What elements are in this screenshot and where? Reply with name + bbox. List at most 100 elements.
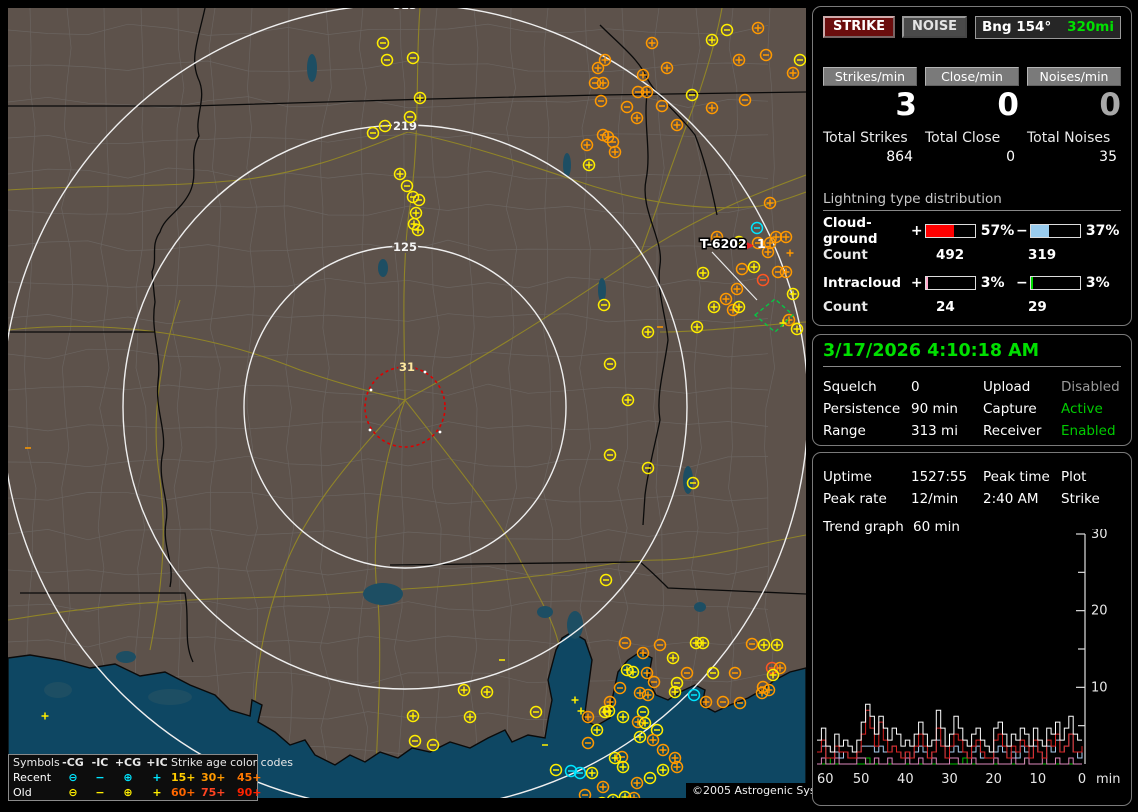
ic-plus-bar <box>924 276 976 290</box>
legend-circle-minus-symbol: ⊖ <box>68 771 78 784</box>
count-label: Count <box>823 247 868 263</box>
trend-panel: Uptime 1527:55 Peak time Plot Peak rate … <box>812 452 1132 806</box>
close-column: Close/min 0 Total Close 0 <box>925 67 1019 165</box>
strike-button[interactable]: STRIKE <box>823 16 896 38</box>
ic-minus-bar <box>1029 276 1081 290</box>
age-code: 15+ <box>171 771 196 784</box>
plot-label: Plot <box>1061 469 1087 485</box>
strikes-per-min-value: 3 <box>895 87 917 123</box>
plus-sign: + <box>910 275 923 291</box>
minus-sign: − <box>1015 275 1028 291</box>
legend-minus-symbol: − <box>95 786 105 799</box>
close-per-min-value: 0 <box>997 87 1019 123</box>
svg-text:▶: ▶ <box>747 241 754 251</box>
cloud-ground-row: Cloud-ground + 57% − 37% <box>823 215 1121 247</box>
receiver-value: Enabled <box>1061 423 1116 439</box>
legend-row-label: Old <box>13 786 32 799</box>
cg-plus-pct: 57% <box>980 223 1015 239</box>
cg-minus-count: 319 <box>1028 247 1057 263</box>
legend-circle-plus-symbol: ⊕ <box>123 771 133 784</box>
cloud-ground-counts: Count 492 319 <box>823 247 1121 263</box>
legend-header-cgp: +CG <box>114 756 142 769</box>
strikes-column: Strikes/min 3 Total Strikes 864 <box>823 67 917 165</box>
trend-graph: 10 20 30 60 50 40 30 20 10 0 min <box>817 529 1121 787</box>
age-code: 90+ <box>237 786 262 799</box>
capture-value: Active <box>1061 401 1103 417</box>
total-strikes-label: Total Strikes <box>823 130 908 146</box>
plot-value: Strike <box>1061 491 1100 507</box>
cg-plus-count: 492 <box>936 247 965 263</box>
svg-text:31: 31 <box>399 360 415 374</box>
distribution-title: Lightning type distribution <box>823 191 1121 211</box>
range-label: Range <box>823 423 866 439</box>
uptime-value: 1527:55 <box>911 469 968 485</box>
cloud-ground-label: Cloud-ground <box>823 215 878 247</box>
noises-per-min-badge: Noises/min <box>1027 67 1121 86</box>
bearing-range: 320mi <box>1067 18 1114 35</box>
legend-header-ages: Strike age color codes <box>171 756 293 769</box>
legend-circle-minus-symbol: ⊖ <box>68 786 78 799</box>
svg-text:10: 10 <box>1091 680 1108 695</box>
strike-stats-panel: STRIKE NOISE Bng 154° 320mi Strikes/min … <box>812 6 1132 326</box>
peak-rate-value: 12/min <box>911 491 959 507</box>
plus-sign: + <box>910 223 923 239</box>
peak-rate-label: Peak rate <box>823 491 887 507</box>
peak-time-value: 2:40 AM <box>983 491 1039 507</box>
capture-label: Capture <box>983 401 1037 417</box>
svg-text:313: 313 <box>393 0 417 12</box>
svg-text:40: 40 <box>897 772 914 787</box>
map-canvas[interactable]: 31321912531 T-6202 ▶ 1 <box>0 0 810 812</box>
legend-header-symbols: Symbols <box>13 756 60 769</box>
datetime-display: 3/17/2026 4:10:18 AM <box>823 341 1121 367</box>
legend-minus-symbol: − <box>95 771 105 784</box>
app-window: 313 219 125 31 T-6202 ▶ 1 Symbols -CG -IC +CG… <box>0 0 1138 812</box>
legend-row-recent: Recent ⊖ − ⊕ +15+ 30+ 45+ <box>9 770 262 785</box>
svg-text:30: 30 <box>941 772 958 787</box>
ic-minus-pct: 3% <box>1085 275 1110 291</box>
count-label: Count <box>823 299 868 315</box>
total-noises-value: 35 <box>1099 149 1117 165</box>
svg-text:30: 30 <box>1091 529 1108 542</box>
svg-text:0: 0 <box>1078 772 1086 787</box>
receiver-label: Receiver <box>983 423 1042 439</box>
intracloud-row: Intracloud + 3% − 3% <box>823 273 1121 293</box>
cg-minus-bar <box>1029 224 1081 238</box>
legend-header-cgm: -CG <box>62 756 84 769</box>
svg-text:10: 10 <box>1030 772 1047 787</box>
peak-time-label: Peak time <box>983 469 1050 485</box>
ic-plus-count: 24 <box>936 299 955 315</box>
legend-header-icm: -IC <box>91 756 109 769</box>
age-code: 75+ <box>201 786 226 799</box>
svg-text:125: 125 <box>393 240 417 254</box>
bearing-readout: Bng 154° 320mi <box>975 15 1121 39</box>
strikes-per-min-badge: Strikes/min <box>823 67 917 86</box>
upload-label: Upload <box>983 379 1031 395</box>
total-close-label: Total Close <box>925 130 1001 146</box>
squelch-value: 0 <box>911 379 920 395</box>
upload-value: Disabled <box>1061 379 1120 395</box>
svg-text:20: 20 <box>985 772 1002 787</box>
age-code: 30+ <box>201 771 226 784</box>
svg-text:1: 1 <box>757 236 766 251</box>
persistence-label: Persistence <box>823 401 901 417</box>
total-strikes-value: 864 <box>886 149 913 165</box>
symbol-legend: Symbols -CG -IC +CG +IC Strike age color… <box>8 754 293 801</box>
ic-minus-count: 29 <box>1028 299 1047 315</box>
total-close-value: 0 <box>1006 149 1015 165</box>
persistence-value: 90 min <box>911 401 958 417</box>
squelch-label: Squelch <box>823 379 877 395</box>
legend-row-old: Old ⊖ − ⊕ +60+ 75+ 90+ <box>9 785 262 800</box>
legend-circle-plus-symbol: ⊕ <box>123 786 133 799</box>
uptime-label: Uptime <box>823 469 872 485</box>
noise-button[interactable]: NOISE <box>902 16 968 38</box>
close-per-min-badge: Close/min <box>925 67 1019 86</box>
bearing-label: Bng 154° <box>982 18 1052 35</box>
age-code: 60+ <box>171 786 196 799</box>
legend-header-icp: +IC <box>146 756 168 769</box>
legend-row-label: Recent <box>13 771 52 784</box>
ic-plus-pct: 3% <box>980 275 1005 291</box>
intracloud-counts: Count 24 29 <box>823 299 1121 315</box>
cg-minus-pct: 37% <box>1085 223 1120 239</box>
minus-sign: − <box>1015 223 1028 239</box>
noises-column: Noises/min 0 Total Noises 35 <box>1027 67 1121 165</box>
